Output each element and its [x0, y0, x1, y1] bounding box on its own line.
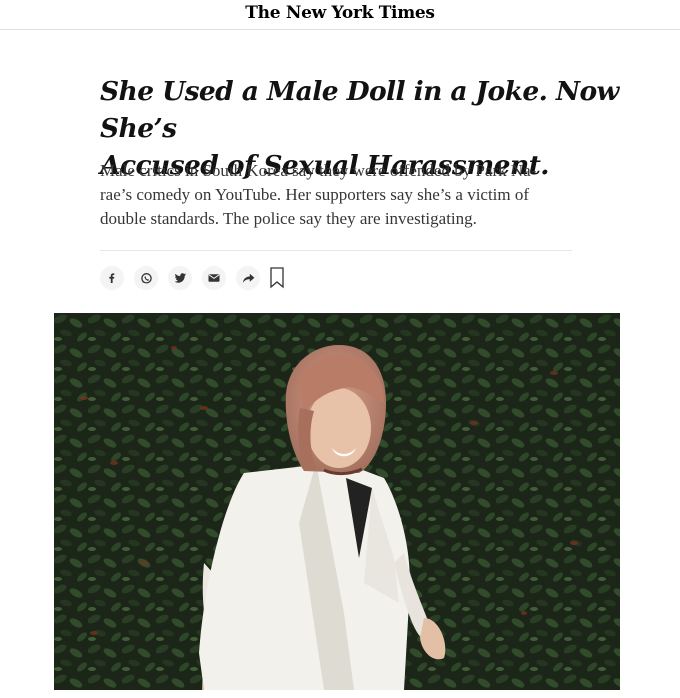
whatsapp-share-button[interactable] [134, 266, 158, 290]
masthead: The New York Times [0, 0, 680, 30]
whatsapp-icon [140, 272, 152, 284]
facebook-share-button[interactable] [100, 266, 124, 290]
summary-line-3: double standards. The police say they ar… [100, 209, 477, 228]
summary-line-1: Male critics in South Korea say they wer… [100, 161, 537, 180]
twitter-share-button[interactable] [168, 266, 192, 290]
twitter-icon [174, 273, 186, 283]
summary-line-2: rae’s comedy on YouTube. Her supporters … [100, 185, 530, 204]
email-icon [208, 274, 220, 282]
email-share-button[interactable] [202, 266, 226, 290]
share-more-button[interactable] [236, 266, 260, 290]
facebook-icon [109, 273, 115, 283]
divider [100, 250, 572, 251]
photo-image [54, 313, 620, 690]
nyt-logo[interactable]: The New York Times [245, 3, 435, 23]
article-summary: Male critics in South Korea say they wer… [100, 159, 575, 231]
headline-line-1: She Used a Male Doll in a Joke. Now She’… [100, 76, 619, 144]
bookmark-icon[interactable] [270, 267, 284, 289]
share-icon [242, 273, 254, 283]
article-photo [54, 313, 620, 690]
